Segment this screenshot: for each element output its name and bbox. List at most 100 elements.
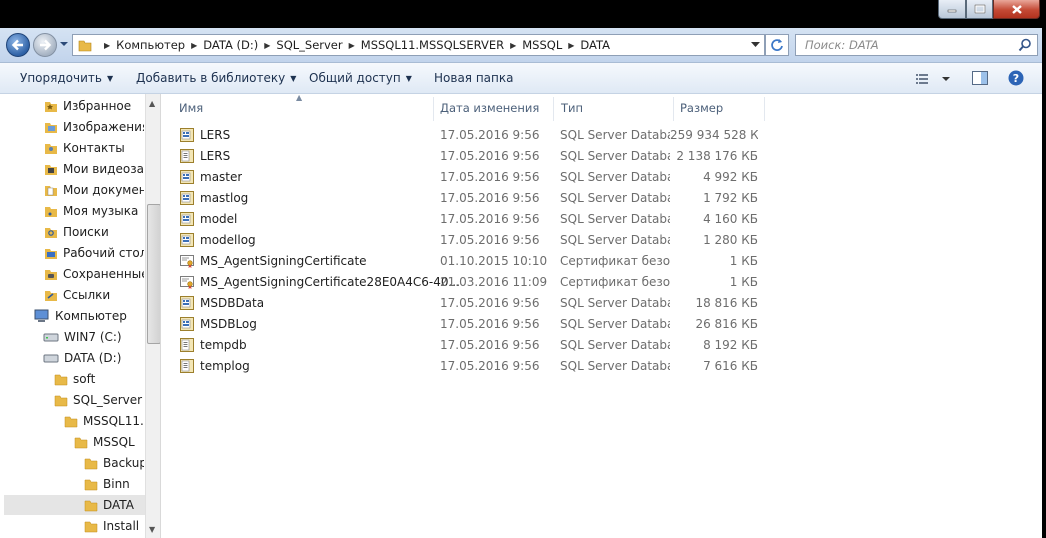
sql-database-icon xyxy=(179,190,195,209)
sidebar-item-links[interactable]: Ссылки xyxy=(44,285,144,305)
forward-button[interactable] xyxy=(33,33,57,57)
back-button[interactable] xyxy=(6,33,30,57)
sidebar-item-documents[interactable]: Мои документ xyxy=(44,180,144,200)
new-folder-label: Новая папка xyxy=(434,71,514,85)
table-row[interactable]: MS_AgentSigningCertificate 01.10.2015 10:… xyxy=(170,251,770,272)
minimize-button[interactable] xyxy=(938,0,966,19)
sidebar-item-favorites[interactable]: Избранное xyxy=(44,96,144,116)
sidebar-item-label: WIN7 (C:) xyxy=(64,330,122,344)
view-options-button[interactable] xyxy=(916,73,950,88)
column-separator[interactable] xyxy=(673,97,674,121)
column-separator[interactable] xyxy=(553,97,554,121)
breadcrumb-item[interactable]: MSSQL ▶ xyxy=(522,38,580,52)
music-icon xyxy=(45,207,57,217)
table-row[interactable]: MSDBData 17.05.2016 9:56 SQL Server Databa… xyxy=(170,293,770,314)
sidebar-item-drive-c[interactable]: WIN7 (C:) xyxy=(43,327,144,347)
file-type: SQL Server Databa... xyxy=(560,317,670,331)
sidebar-item-label: Моя музыка xyxy=(63,204,139,218)
column-label: Размер xyxy=(680,101,724,115)
file-name: master xyxy=(200,170,243,184)
table-row[interactable]: master 17.05.2016 9:56 SQL Server Databa..… xyxy=(170,167,770,188)
organize-button[interactable]: Упорядочить ▼ xyxy=(20,71,113,85)
table-row[interactable]: MSDBLog 17.05.2016 9:56 SQL Server Databa.… xyxy=(170,314,770,335)
file-type: SQL Server Databa... xyxy=(560,149,670,163)
certificate-icon xyxy=(179,253,195,272)
scroll-down-icon[interactable]: ▼ xyxy=(149,525,155,534)
column-header-size[interactable]: Размер xyxy=(680,97,760,119)
sidebar-item-searches[interactable]: Поиски xyxy=(44,222,144,242)
file-name: MS_AgentSigningCertificate xyxy=(200,254,367,268)
table-row[interactable]: model 17.05.2016 9:56 SQL Server Databa...… xyxy=(170,209,770,230)
preview-pane-button[interactable] xyxy=(972,71,988,88)
column-header-type[interactable]: Тип xyxy=(561,97,671,119)
refresh-button[interactable] xyxy=(765,34,789,56)
sidebar-item-mssql[interactable]: MSSQL xyxy=(74,432,144,452)
breadcrumb-root-arrow[interactable]: ▶ xyxy=(98,41,116,50)
table-row[interactable]: LERS17.05.2016 9:56SQL Server Databa...2… xyxy=(170,146,770,167)
sidebar-item-computer[interactable]: Компьютер xyxy=(34,306,144,326)
sidebar-item-mssql11[interactable]: MSSQL11.M xyxy=(64,411,144,431)
table-row[interactable]: MS_AgentSigningCertificate28E0A4C6-40...… xyxy=(170,272,770,293)
breadcrumb-item[interactable]: DATA (D:) ▶ xyxy=(203,38,276,52)
search-icon[interactable] xyxy=(1018,38,1032,52)
sidebar-item-sql-server[interactable]: SQL_Server xyxy=(54,390,144,410)
sidebar-item-label: Рабочий стол xyxy=(63,246,144,260)
pane-divider[interactable] xyxy=(160,94,161,538)
sidebar-item-binn[interactable]: Binn xyxy=(84,474,144,494)
breadcrumb-item[interactable]: DATA xyxy=(580,38,610,52)
sidebar-item-soft[interactable]: soft xyxy=(54,369,144,389)
recent-pages-dropdown[interactable] xyxy=(60,40,68,48)
address-field[interactable]: ▶ Компьютер ▶ DATA (D:) ▶ SQL_Server ▶ MSSQ… xyxy=(72,34,765,56)
table-row[interactable]: mastlog 17.05.2016 9:56 SQL Server Databa.… xyxy=(170,188,770,209)
scrollbar-thumb[interactable] xyxy=(147,204,161,344)
table-row[interactable]: modellog 17.05.2016 9:56 SQL Server Databa… xyxy=(170,230,770,251)
file-size: 4 992 КБ xyxy=(703,170,758,184)
sidebar-item-label: Мои видеозап xyxy=(63,162,144,176)
sidebar-item-contacts[interactable]: Контакты xyxy=(44,138,144,158)
column-separator[interactable] xyxy=(433,97,434,121)
sidebar-item-label: MSSQL xyxy=(93,435,135,449)
table-row[interactable]: tempdb 17.05.2016 9:56 SQL Server Databa..… xyxy=(170,335,770,356)
column-separator[interactable] xyxy=(764,97,765,121)
sidebar-item-music[interactable]: Моя музыка xyxy=(44,201,144,221)
sidebar-item-drive-d[interactable]: DATA (D:) xyxy=(43,348,144,368)
file-type: SQL Server Databa... xyxy=(560,338,670,352)
sidebar-item-data[interactable]: DATA xyxy=(4,495,145,515)
new-folder-button[interactable]: Новая папка xyxy=(434,71,513,85)
search-box[interactable]: Поиск: DATA xyxy=(795,34,1038,56)
breadcrumb-item[interactable]: SQL_Server ▶ xyxy=(276,38,360,52)
sql-database-icon xyxy=(179,211,195,230)
breadcrumb-item[interactable]: MSSQL11.MSSQLSERVER ▶ xyxy=(361,38,522,52)
folder-icon xyxy=(84,500,98,512)
table-row[interactable]: templog 17.05.2016 9:56 SQL Server Databa.… xyxy=(170,356,770,377)
file-date: 17.05.2016 9:56 xyxy=(440,296,540,310)
add-to-library-label: Добавить в библиотеку xyxy=(136,71,286,85)
file-type: SQL Server Databa... xyxy=(560,128,670,142)
scroll-up-icon[interactable]: ▲ xyxy=(149,99,155,108)
column-header-date[interactable]: Дата изменения xyxy=(440,97,550,119)
sidebar-item-label: Backup xyxy=(103,456,144,470)
sidebar-item-desktop[interactable]: Рабочий стол xyxy=(44,243,144,263)
share-button[interactable]: Общий доступ ▼ xyxy=(309,71,412,85)
add-to-library-button[interactable]: Добавить в библиотеку ▼ xyxy=(136,71,296,85)
sidebar-item-videos[interactable]: Мои видеозап xyxy=(44,159,144,179)
sidebar-item-backup[interactable]: Backup xyxy=(84,453,144,473)
help-button[interactable]: ? xyxy=(1008,70,1024,89)
table-row[interactable]: LERS17.05.2016 9:56SQL Server Databa...2… xyxy=(170,125,770,146)
minimize-icon xyxy=(947,9,957,13)
sidebar-item-saved-games[interactable]: Сохраненные xyxy=(44,264,144,284)
close-button[interactable] xyxy=(993,0,1040,19)
file-date: 21.03.2016 11:09 xyxy=(440,275,548,289)
desktop-icon xyxy=(45,249,57,259)
sidebar-scrollbar[interactable]: ▲ ▼ xyxy=(145,94,161,538)
breadcrumb-item[interactable]: Компьютер ▶ xyxy=(116,38,203,52)
file-date: 17.05.2016 9:56 xyxy=(440,128,540,142)
details-view-icon xyxy=(916,74,950,84)
sidebar-item-install[interactable]: Install xyxy=(84,516,144,536)
chevron-down-icon[interactable] xyxy=(751,41,760,48)
documents-icon xyxy=(45,186,57,196)
column-header-name[interactable]: Имя xyxy=(179,97,429,119)
maximize-button[interactable] xyxy=(966,0,993,19)
file-name: LERS xyxy=(200,128,231,142)
sidebar-item-pictures[interactable]: Изображения xyxy=(44,117,144,137)
